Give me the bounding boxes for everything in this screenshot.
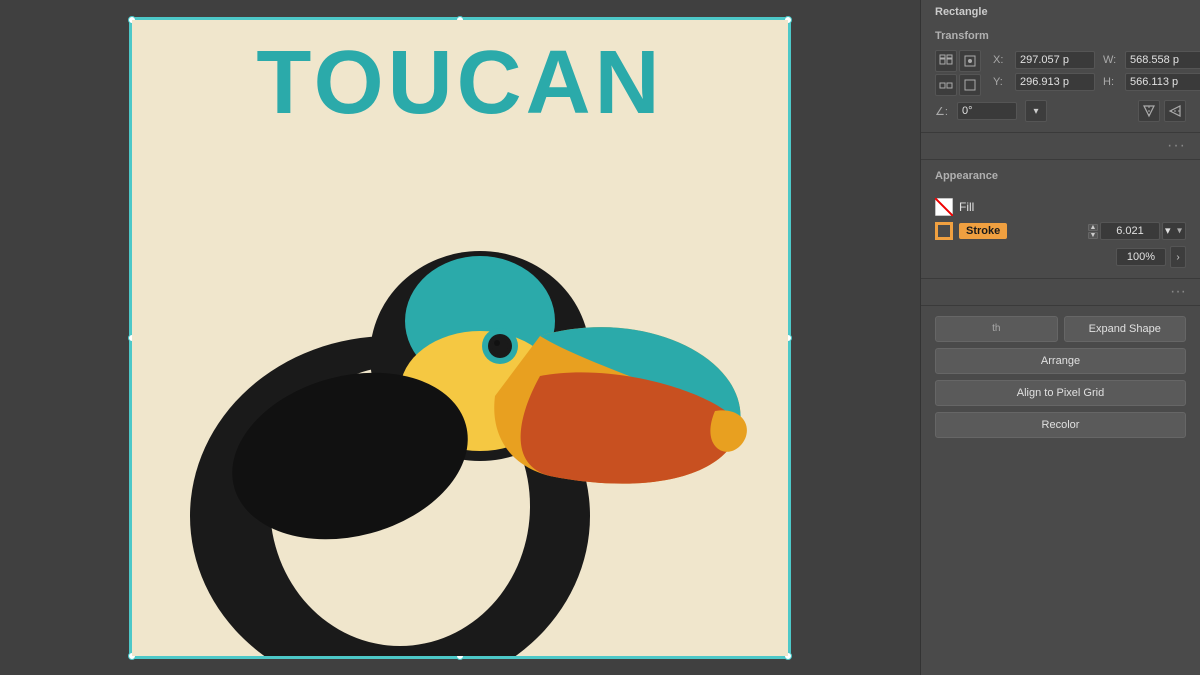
recolor-btn[interactable]: Recolor [935, 412, 1186, 438]
fill-icon[interactable] [935, 198, 953, 216]
stroke-row: Stroke ▲ ▼ ▾ [935, 222, 1186, 240]
right-panel: Rectangle Transform [920, 0, 1200, 675]
poster: TOUCAN [132, 20, 788, 656]
angle-dropdown[interactable]: ▾ [1025, 100, 1047, 122]
transform-label: Transform [935, 30, 989, 42]
arrange-btn[interactable]: Arrange [935, 348, 1186, 374]
w-label: W: [1103, 54, 1121, 66]
stroke-unit-select[interactable]: ▾ [1162, 222, 1186, 240]
x-row: X: W: [993, 51, 1200, 69]
x-label: X: [993, 54, 1011, 66]
w-input[interactable] [1125, 51, 1200, 69]
artboard: TOUCAN [130, 18, 790, 658]
angle-label: ∠: [935, 105, 953, 118]
transform-section: Transform X: [921, 20, 1200, 133]
flip-v-icon[interactable] [1164, 100, 1186, 122]
stroke-down-icon[interactable]: ▼ [1088, 232, 1098, 239]
opacity-arrow[interactable]: › [1170, 246, 1186, 268]
toucan-illustration [170, 136, 750, 656]
stroke-unit-wrapper[interactable]: ▾ [1162, 222, 1186, 240]
y-row: Y: H: [993, 73, 1200, 91]
rectangle-label: Rectangle [921, 0, 1200, 20]
align-pixel-btn[interactable]: Align to Pixel Grid [935, 380, 1186, 406]
opacity-row: › [935, 246, 1186, 268]
transform-more-btn[interactable]: ··· [1167, 137, 1186, 154]
expand-shape-btn[interactable]: Expand Shape [1064, 316, 1187, 342]
canvas-area: TOUCAN [0, 0, 920, 675]
path-btn[interactable]: th [935, 316, 1058, 342]
stroke-value-spinner[interactable]: ▲ ▼ [1088, 224, 1098, 239]
stroke-color-box[interactable] [935, 222, 953, 240]
angle-row: ∠: ▾ [935, 100, 1186, 122]
appearance-label: Appearance [935, 170, 998, 182]
transform-icon3[interactable] [935, 74, 957, 96]
flip-h-icon[interactable] [1138, 100, 1160, 122]
fill-row: Fill [935, 198, 1186, 216]
transform-icon1[interactable] [935, 50, 957, 72]
y-label: Y: [993, 76, 1011, 88]
y-input[interactable] [1015, 73, 1095, 91]
appearance-section: Appearance Fill Stroke ▲ ▼ [921, 160, 1200, 279]
opacity-input[interactable] [1116, 248, 1166, 266]
angle-input[interactable] [957, 102, 1017, 120]
btn-row-1: th Expand Shape [935, 316, 1186, 342]
poster-title: TOUCAN [132, 20, 788, 128]
h-input[interactable] [1125, 73, 1200, 91]
fill-label: Fill [959, 200, 974, 214]
x-input[interactable] [1015, 51, 1095, 69]
h-label: H: [1103, 76, 1121, 88]
stroke-up-icon[interactable]: ▲ [1088, 224, 1098, 231]
transform-icon2[interactable] [959, 50, 981, 72]
stroke-label[interactable]: Stroke [959, 223, 1007, 239]
appearance-more-btn[interactable]: ··· [1170, 283, 1186, 300]
buttons-section: th Expand Shape Arrange Align to Pixel G… [921, 306, 1200, 448]
stroke-value-input[interactable] [1100, 222, 1160, 240]
transform-icon4[interactable] [959, 74, 981, 96]
